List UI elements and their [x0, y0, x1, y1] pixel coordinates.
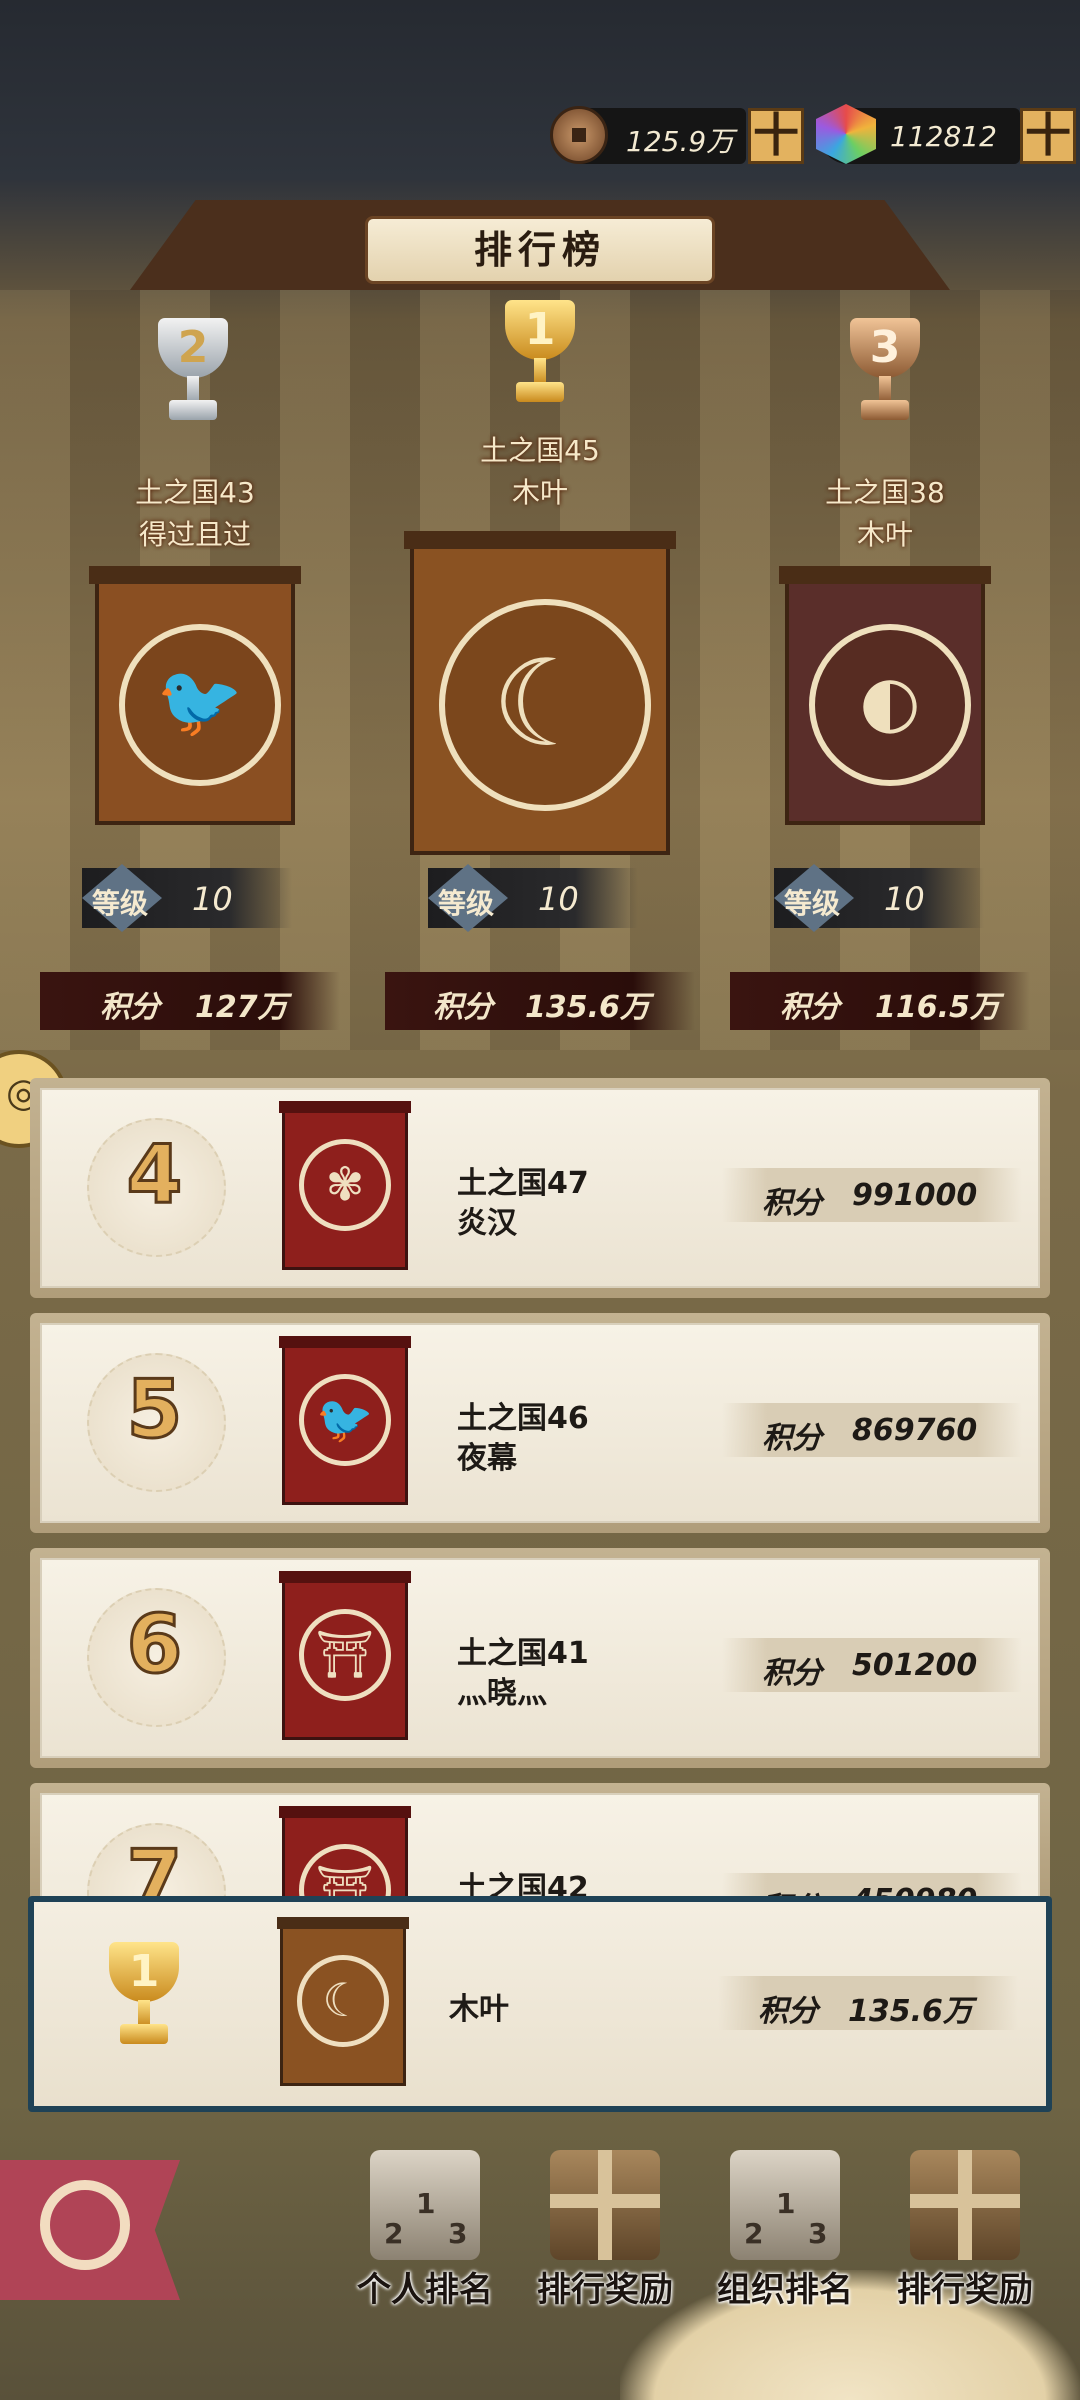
moon-star-crest-icon: ☾	[439, 599, 651, 811]
coin-counter: 125.9万	[550, 106, 746, 164]
bird-crest-icon: 🐦	[299, 1374, 391, 1466]
server-name: 土之国41	[457, 1636, 589, 1671]
rank-number: 5	[125, 1362, 184, 1458]
bronze-trophy-icon: 3	[835, 318, 935, 428]
server-name: 土之国46	[457, 1401, 589, 1436]
score-pill: 积分 869760	[722, 1403, 1022, 1457]
nav-ranking-rewards[interactable]: 排行奖励	[520, 2150, 690, 2320]
org-name: 木叶	[449, 1992, 509, 2027]
podium-2-banner[interactable]: 🐦	[89, 566, 301, 825]
podium-1-info: 土之国45 木叶	[435, 430, 645, 514]
torii-crest-icon: ⛩	[299, 1844, 391, 1903]
podium-2-level: 等级 10	[82, 864, 292, 932]
org-banner: ⛩	[279, 1806, 411, 1903]
org-banner: ✾	[279, 1101, 411, 1270]
coin-icon	[550, 106, 608, 164]
podium-1-level: 等级 10	[428, 864, 638, 932]
nav-personal-ranking[interactable]: 213 个人排名	[340, 2150, 510, 2320]
org-banner: 🐦	[279, 1336, 411, 1505]
rank-row-5[interactable]: 5 🐦 土之国46 夜幕 积分 869760	[30, 1313, 1050, 1533]
org-name: 炎汉	[457, 1206, 517, 1241]
podium-1-banner[interactable]: ☾	[404, 531, 676, 855]
rank-row-4[interactable]: 4 ✾ 土之国47 炎汉 积分 991000	[30, 1078, 1050, 1298]
rank-number: 7	[125, 1832, 184, 1904]
org-banner: ⛩	[279, 1571, 411, 1740]
podium-3-level: 等级 10	[774, 864, 984, 932]
nav-org-ranking[interactable]: 213 组织排名	[700, 2150, 870, 2320]
org-name: 灬晓灬	[457, 1676, 547, 1711]
podium-1-org: 木叶	[511, 476, 568, 509]
my-rank-row[interactable]: 1 ☾ 木叶 积分 135.6万	[28, 1896, 1052, 2112]
podium-3-score: 积分 116.5万	[730, 972, 1030, 1030]
podium-1-server: 土之国45	[480, 434, 600, 467]
score-pill: 积分 501200	[722, 1638, 1022, 1692]
fan-crest-icon: ◐	[809, 624, 971, 786]
server-name: 土之国47	[457, 1166, 589, 1201]
coin-value: 125.9万	[626, 125, 735, 158]
moon-star-crest-icon: ☾	[297, 1955, 389, 2047]
bird-crest-icon: 🐦	[119, 624, 281, 786]
podium-icon: 213	[370, 2150, 480, 2260]
rank-row-6[interactable]: 6 ⛩ 土之国41 灬晓灬 积分 501200	[30, 1548, 1050, 1768]
nav-label: 排行奖励	[897, 2270, 1033, 2310]
podium-3-server: 土之国38	[825, 476, 945, 509]
add-gem-button[interactable]: 十	[1020, 108, 1076, 164]
podium-3-org: 木叶	[856, 518, 913, 551]
gold-trophy-icon: 1	[490, 300, 590, 410]
rank-number: 4	[125, 1127, 184, 1223]
rank-number: 6	[125, 1597, 184, 1693]
page-title: 排行榜	[365, 216, 715, 284]
podium-2-info: 土之国43 得过且过	[90, 472, 300, 556]
score-pill: 积分 991000	[722, 1168, 1022, 1222]
gift-box-icon	[550, 2150, 660, 2260]
podium-icon: 213	[730, 2150, 840, 2260]
swirl-icon	[40, 2180, 130, 2270]
nav-label: 组织排名	[717, 2270, 853, 2310]
org-banner: ☾	[277, 1917, 409, 2086]
podium-2-score: 积分 127万	[40, 972, 340, 1030]
gift-box-icon	[910, 2150, 1020, 2260]
gem-value: 112812	[890, 120, 997, 153]
rank-row-7[interactable]: 7 ⛩ 土之国42 积分450980	[30, 1783, 1050, 1903]
gold-trophy-icon: 1	[94, 1942, 194, 2052]
butterfly-crest-icon: ✾	[299, 1139, 391, 1231]
nav-label: 个人排名	[357, 2270, 493, 2310]
gem-counter: 112812	[816, 104, 1020, 164]
nav-label: 排行奖励	[537, 2270, 673, 2310]
org-name: 夜幕	[457, 1441, 517, 1476]
podium-1-score: 积分 135.6万	[385, 972, 695, 1030]
score-pill: 积分 135.6万	[718, 1976, 1018, 2030]
nav-org-ranking-rewards[interactable]: 排行奖励	[880, 2150, 1050, 2320]
silver-trophy-icon: 2	[143, 318, 243, 428]
podium-2-server: 土之国43	[135, 476, 255, 509]
add-coin-button[interactable]: 十	[748, 108, 804, 164]
podium-3-banner[interactable]: ◐	[779, 566, 991, 825]
torii-crest-icon: ⛩	[299, 1609, 391, 1701]
back-flag-button[interactable]	[0, 2160, 180, 2300]
podium-2-org: 得过且过	[138, 518, 251, 551]
podium-3-info: 土之国38 木叶	[780, 472, 990, 556]
